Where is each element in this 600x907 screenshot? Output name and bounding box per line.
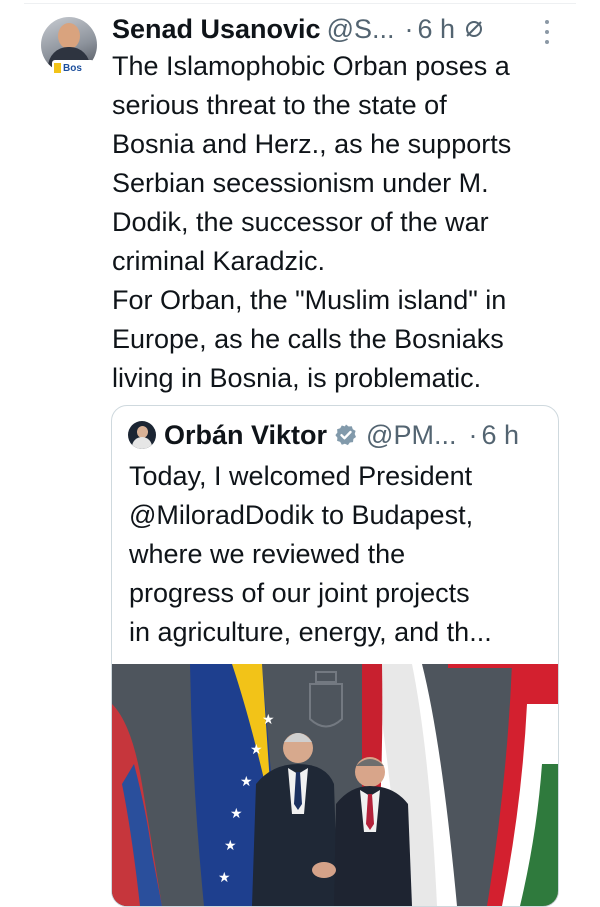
quote-time[interactable]: 6 h [481, 420, 519, 451]
svg-text:★: ★ [250, 741, 263, 757]
svg-text:★: ★ [262, 711, 275, 727]
quote-text: Today, I welcomed President @MiloradDodi… [129, 461, 492, 647]
svg-text:★: ★ [224, 837, 237, 853]
post-header: Senad Usanovic @S... · 6 h [112, 11, 485, 47]
verified-badge-icon [334, 423, 358, 447]
grok-icon[interactable] [463, 18, 485, 40]
post-text: The Islamophobic Orban poses a serious t… [112, 51, 512, 393]
divider [24, 3, 576, 4]
handshake [312, 862, 336, 878]
quote-author-name[interactable]: Orbán Viktor [164, 420, 327, 451]
author-handle[interactable]: @S... [327, 14, 395, 45]
author-name[interactable]: Senad Usanovic [112, 14, 321, 45]
flag-icon [54, 63, 61, 73]
avatar-badge: Bos [52, 60, 94, 76]
quote-photo[interactable]: ★ ★ ★ ★ ★ ★ [112, 664, 558, 906]
quote-avatar-body [132, 437, 152, 449]
quoted-post[interactable]: Orbán Viktor @PM... · 6 h Today, I welco… [111, 405, 559, 907]
more-icon[interactable] [537, 20, 557, 44]
avatar-head [58, 23, 80, 49]
svg-text:★: ★ [240, 773, 253, 789]
svg-text:★: ★ [230, 805, 243, 821]
separator-dot: · [404, 13, 414, 44]
svg-text:★: ★ [218, 869, 231, 885]
quote-header: Orbán Viktor @PM... · 6 h [128, 418, 519, 452]
post-time[interactable]: 6 h [418, 14, 456, 45]
separator-dot: · [468, 419, 478, 450]
quote-author-handle[interactable]: @PM... [366, 420, 456, 451]
quote-avatar[interactable] [128, 421, 156, 449]
avatar-badge-text: Bos [63, 62, 82, 74]
